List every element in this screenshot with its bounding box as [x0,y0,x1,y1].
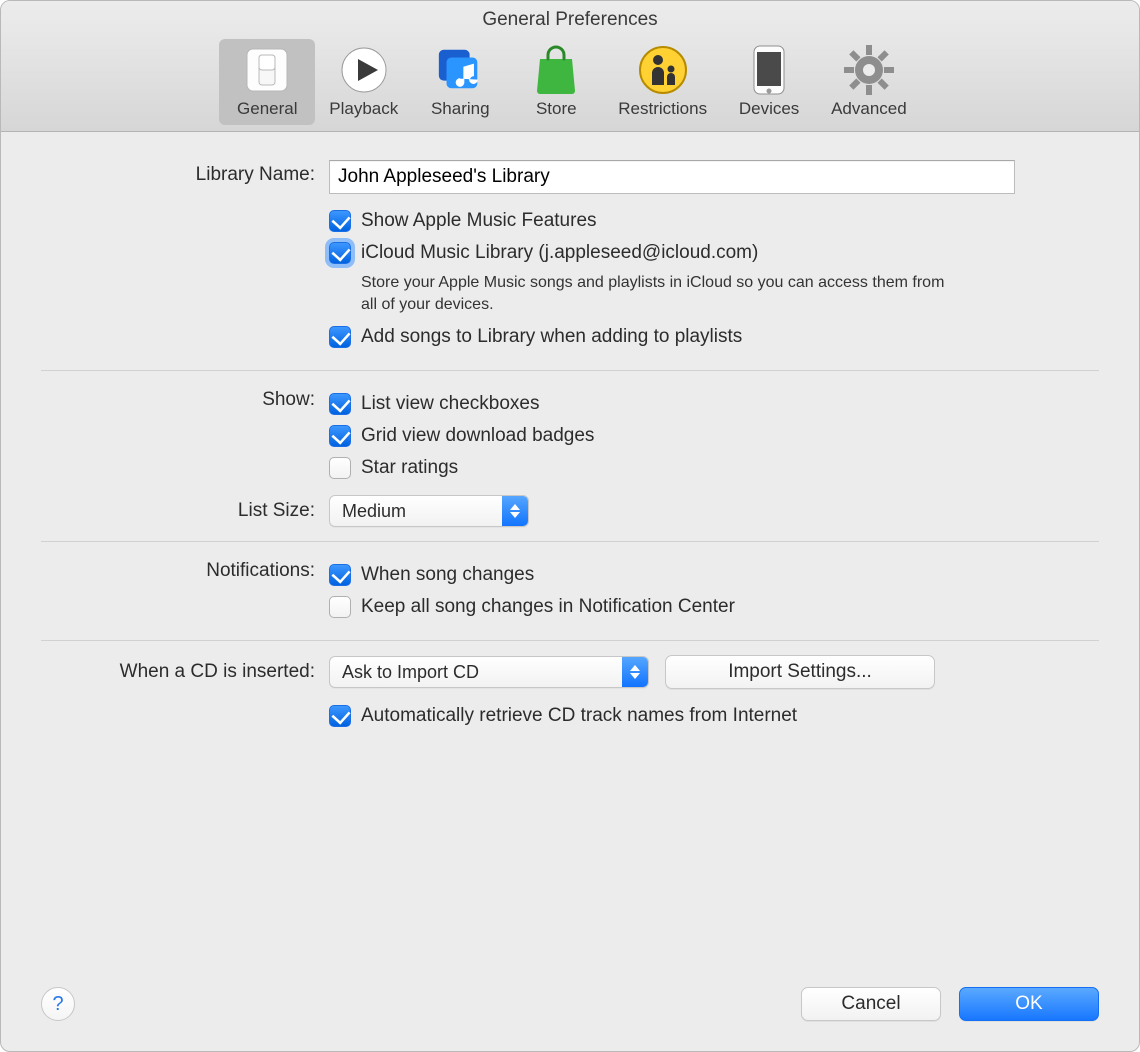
icloud-music-library-label: iCloud Music Library (j.appleseed@icloud… [361,240,758,266]
tab-label: Playback [329,99,398,119]
divider [41,541,1099,542]
tab-devices[interactable]: Devices [721,39,817,125]
list-size-value: Medium [330,501,418,522]
preferences-toolbar: General Playback Sharing [1,35,1139,132]
list-view-checkboxes-label: List view checkboxes [361,391,539,417]
help-button[interactable]: ? [41,987,75,1021]
when-cd-inserted-label: When a CD is inserted: [41,661,329,683]
help-icon: ? [52,993,63,1016]
cd-action-value: Ask to Import CD [330,662,491,683]
sharing-music-icon [435,45,485,95]
select-arrows-icon [502,496,528,526]
cancel-button[interactable]: Cancel [801,987,941,1021]
list-size-label: List Size: [41,500,329,522]
footer: ? Cancel OK [1,963,1139,1051]
devices-phone-icon [744,45,794,95]
tab-label: General [237,99,297,119]
icloud-music-library-checkbox[interactable] [329,242,351,264]
divider [41,370,1099,371]
song-changes-checkbox[interactable] [329,564,351,586]
show-apple-music-label: Show Apple Music Features [361,208,597,234]
store-bag-icon [531,45,581,95]
library-name-label: Library Name: [41,160,329,186]
tab-label: Store [536,99,577,119]
song-changes-label: When song changes [361,562,534,588]
icloud-help-text: Store your Apple Music songs and playlis… [361,272,961,316]
list-view-checkboxes-checkbox[interactable] [329,393,351,415]
keep-in-notification-center-label: Keep all song changes in Notification Ce… [361,594,735,620]
tab-label: Restrictions [618,99,707,119]
ok-button[interactable]: OK [959,987,1099,1021]
library-name-input[interactable] [329,160,1015,194]
window-title: General Preferences [1,1,1139,35]
advanced-gear-icon [844,45,894,95]
playback-play-icon [339,45,389,95]
select-arrows-icon [622,657,648,687]
auto-retrieve-cd-names-checkbox[interactable] [329,705,351,727]
grid-view-badges-checkbox[interactable] [329,425,351,447]
tab-label: Devices [739,99,799,119]
tab-label: Sharing [431,99,490,119]
tab-playback[interactable]: Playback [315,39,412,125]
tab-restrictions[interactable]: Restrictions [604,39,721,125]
tab-label: Advanced [831,99,907,119]
restrictions-parental-icon [638,45,688,95]
preferences-content: Library Name: Show Apple Music Features … [1,132,1139,963]
show-apple-music-checkbox[interactable] [329,210,351,232]
divider [41,640,1099,641]
add-songs-to-library-label: Add songs to Library when adding to play… [361,324,742,350]
auto-retrieve-cd-names-label: Automatically retrieve CD track names fr… [361,703,797,729]
tab-sharing[interactable]: Sharing [412,39,508,125]
general-switch-icon [242,45,292,95]
cd-action-select[interactable]: Ask to Import CD [329,656,649,688]
add-songs-to-library-checkbox[interactable] [329,326,351,348]
tab-store[interactable]: Store [508,39,604,125]
star-ratings-label: Star ratings [361,455,458,481]
import-settings-button[interactable]: Import Settings... [665,655,935,689]
tab-general[interactable]: General [219,39,315,125]
show-label: Show: [41,385,329,411]
list-size-select[interactable]: Medium [329,495,529,527]
keep-in-notification-center-checkbox[interactable] [329,596,351,618]
grid-view-badges-label: Grid view download badges [361,423,594,449]
notifications-label: Notifications: [41,556,329,582]
tab-advanced[interactable]: Advanced [817,39,921,125]
preferences-window: General Preferences General Playback [0,0,1140,1052]
star-ratings-checkbox[interactable] [329,457,351,479]
